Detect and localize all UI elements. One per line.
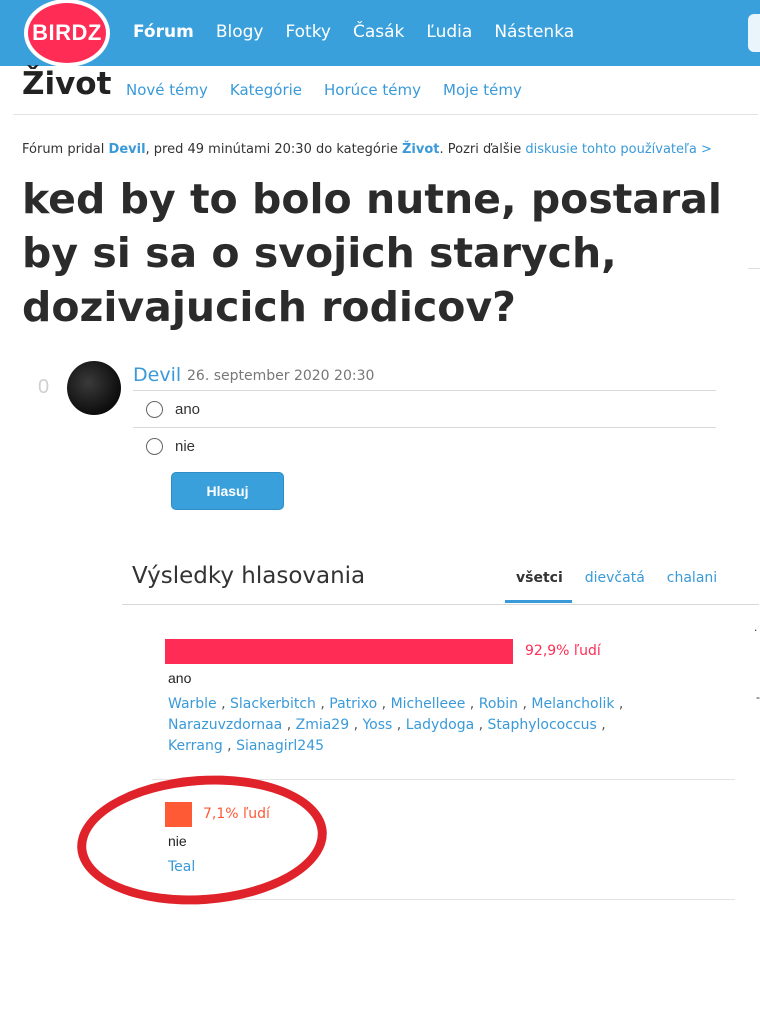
nav-item-forum[interactable]: Fórum	[133, 22, 194, 42]
voter-link[interactable]: Zmia29	[296, 717, 350, 733]
subnav-new-topics[interactable]: Nové témy	[126, 81, 208, 99]
highlight-circle-annotation	[72, 767, 332, 913]
meta-time: , pred 49 minútami 20:30 do kategórie	[145, 142, 398, 157]
meta-prefix: Fórum pridal	[22, 142, 105, 157]
divider	[13, 114, 758, 115]
tab-all[interactable]: všetci	[505, 570, 574, 586]
result-option-label: ano	[168, 670, 192, 686]
meta-author-link[interactable]: Devil	[109, 142, 146, 157]
post-meta: Fórum pridal Devil, pred 49 minútami 20:…	[22, 142, 712, 157]
nav-item-nastenka[interactable]: Nástenka	[494, 22, 574, 42]
separator: ,	[518, 696, 532, 712]
edge-glyph: .	[754, 620, 758, 634]
voter-link[interactable]: Slackerbitch	[230, 696, 316, 712]
edge-glyph: -	[756, 690, 760, 704]
voter-link[interactable]: Sianagirl245	[236, 738, 324, 754]
post-author[interactable]: Devil	[133, 364, 181, 386]
voter-link[interactable]: Warble	[168, 696, 217, 712]
post-score: 0	[38, 376, 50, 398]
result-bar-ano	[165, 639, 513, 664]
nav-item-blogy[interactable]: Blogy	[216, 22, 264, 42]
subnav-categories[interactable]: Kategórie	[230, 81, 302, 99]
meta-user-discussions-link[interactable]: diskusie tohto používateľa >	[525, 142, 712, 157]
divider	[133, 390, 716, 391]
avatar[interactable]	[67, 361, 121, 415]
voter-link[interactable]: Staphylococcus	[488, 717, 597, 733]
poll-option-nie[interactable]: nie	[146, 438, 195, 455]
divider	[122, 604, 759, 605]
separator: ,	[282, 717, 296, 733]
separator: ,	[377, 696, 391, 712]
page-title: ked by to bolo nutne, postaral by si sa …	[22, 175, 722, 331]
subnav-hot-topics[interactable]: Horúce témy	[324, 81, 421, 99]
divider	[133, 427, 716, 428]
separator: ,	[474, 717, 488, 733]
divider	[748, 268, 760, 269]
results-tabs: všetci dievčatá chalani	[505, 570, 728, 586]
poll-option-ano[interactable]: ano	[146, 401, 200, 418]
active-tab-indicator	[505, 600, 572, 603]
meta-category-link[interactable]: Život	[402, 142, 440, 157]
subnav-links: Nové témy Kategórie Horúce témy Moje tém…	[126, 81, 522, 99]
separator: ,	[315, 696, 330, 712]
voter-link[interactable]: Robin	[479, 696, 518, 712]
separator: ,	[216, 696, 231, 712]
radio-button[interactable]	[146, 401, 163, 418]
separator: ,	[392, 717, 406, 733]
voter-link[interactable]: Patrixo	[329, 696, 377, 712]
separator: ,	[349, 717, 363, 733]
nav-item-ludia[interactable]: Ľudia	[426, 22, 472, 42]
results-title: Výsledky hlasovania	[132, 563, 366, 589]
nav-item-fotky[interactable]: Fotky	[285, 22, 331, 42]
voter-link[interactable]: Melancholik	[531, 696, 614, 712]
radio-button[interactable]	[146, 438, 163, 455]
tab-boys[interactable]: chalani	[656, 570, 728, 586]
search-button[interactable]	[748, 14, 760, 52]
voter-list: Warble , Slackerbitch , Patrixo , Michel…	[168, 694, 648, 757]
main-nav: Fórum Blogy Fotky Časák Ľudia Nástenka	[133, 22, 574, 42]
top-navbar: BIRDZ Fórum Blogy Fotky Časák Ľudia Nást…	[0, 0, 760, 67]
voter-link[interactable]: Yoss	[362, 717, 392, 733]
voter-link[interactable]: Ladydoga	[406, 717, 474, 733]
post-date: 26. september 2020 20:30	[187, 368, 375, 384]
birdz-logo[interactable]: BIRDZ	[24, 0, 110, 67]
separator: ,	[222, 738, 237, 754]
voter-link[interactable]: Michelleee	[391, 696, 466, 712]
result-percent-ano: 92,9% ľudí	[525, 643, 601, 659]
logo-text: BIRDZ	[32, 20, 102, 45]
sub-navbar: Život Nové témy Kategórie Horúce témy Mo…	[0, 66, 760, 114]
subnav-my-topics[interactable]: Moje témy	[443, 81, 522, 99]
poll-option-label: ano	[175, 401, 201, 418]
nav-item-casak[interactable]: Časák	[353, 22, 404, 42]
separator: ,	[465, 696, 479, 712]
tab-girls[interactable]: dievčatá	[574, 570, 656, 586]
section-title[interactable]: Život	[22, 66, 111, 102]
separator: ,	[614, 696, 624, 712]
separator: ,	[596, 717, 606, 733]
meta-suffix: . Pozri ďalšie	[439, 142, 522, 157]
voter-link[interactable]: Kerrang	[168, 738, 223, 754]
poll-option-label: nie	[175, 438, 196, 455]
vote-button[interactable]: Hlasuj	[171, 472, 284, 510]
voter-link[interactable]: Narazuvzdornaa	[168, 717, 282, 733]
